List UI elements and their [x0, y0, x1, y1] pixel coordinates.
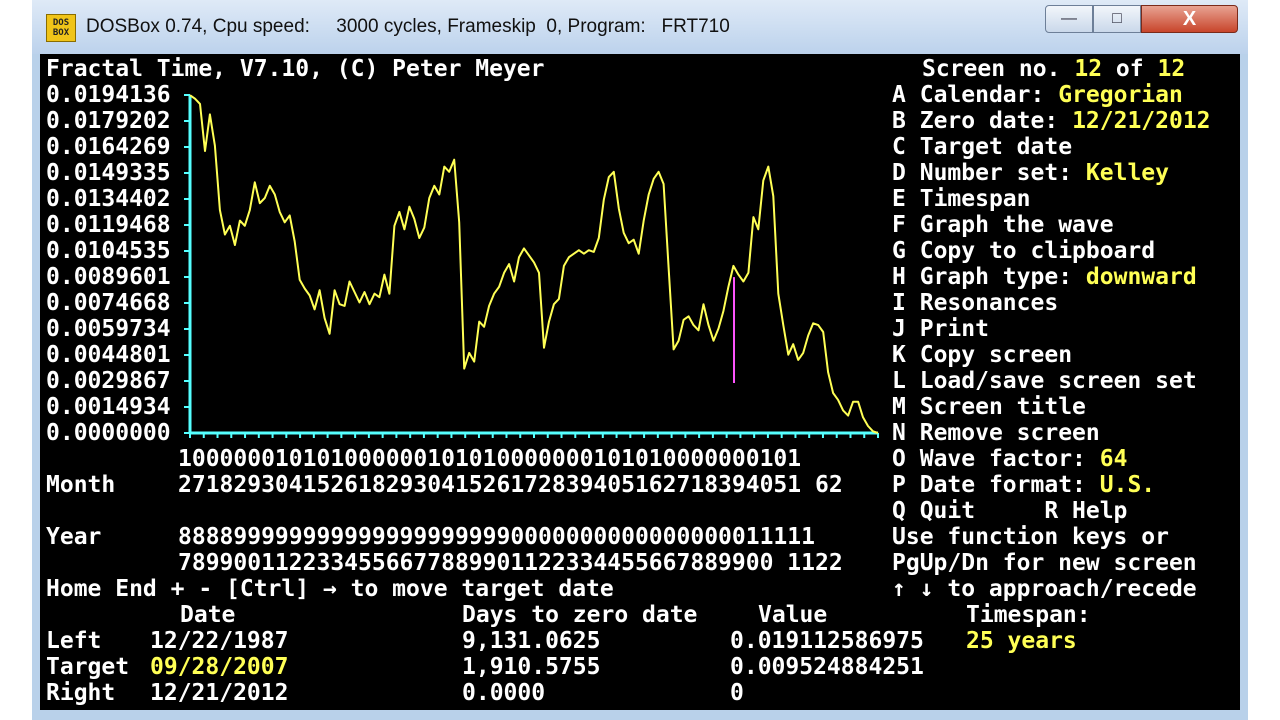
menu-item-resonances[interactable]: I Resonances	[892, 290, 1058, 316]
menu-key: G	[892, 238, 906, 264]
menu-label: Date format:	[919, 472, 1086, 498]
icon-text-top: DOS	[52, 18, 70, 28]
menu-item-remove-screen[interactable]: N Remove screen	[892, 420, 1100, 446]
menu-item-number-set[interactable]: D Number set: Kelley	[892, 160, 1169, 186]
year-label: Year	[46, 524, 102, 550]
menu-value: Kelley	[1085, 160, 1169, 186]
menu-label: Zero date:	[919, 108, 1059, 134]
col-header-days: Days to zero date	[462, 602, 698, 628]
window-title: DOSBox 0.74, Cpu speed: 3000 cycles, Fra…	[86, 16, 730, 37]
hint-function-keys: Use function keys or	[892, 524, 1169, 550]
menu-key: D	[892, 160, 906, 186]
year-row2: 7899001122334556677889901122334455667889…	[178, 550, 843, 576]
menu-value: U.S.	[1099, 472, 1156, 498]
icon-text-bottom: BOX	[52, 28, 70, 38]
quit-help[interactable]: Q Quit R Help	[892, 498, 1127, 524]
menu-key: O	[892, 446, 906, 472]
minimize-button[interactable]: —	[1045, 5, 1093, 33]
year-row1: 8888999999999999999999990000000000000000…	[178, 524, 815, 550]
menu-label: Number set:	[919, 160, 1073, 186]
menu-key: C	[892, 134, 906, 160]
nav-hint: Home End + - [Ctrl] → to move target dat…	[46, 576, 614, 602]
minimize-icon: —	[1061, 10, 1077, 27]
menu-key: N	[892, 420, 906, 446]
hint-pgup: PgUp/Dn for new screen	[892, 550, 1197, 576]
menu-label: Screen title	[919, 394, 1086, 420]
menu-key: P	[892, 472, 906, 498]
menu-key: K	[892, 342, 906, 368]
left-days: 9,131.0625	[462, 628, 601, 654]
menu-key: I	[892, 290, 906, 316]
title-bar[interactable]: DOS BOX DOSBox 0.74, Cpu speed: 3000 cyc…	[32, 0, 1248, 54]
menu-value: 12/21/2012	[1072, 108, 1211, 134]
x-axis-row1: 1000000101010000001010100000001010100000…	[178, 446, 802, 472]
right-value: 0	[730, 680, 744, 706]
menu-label: Resonances	[919, 290, 1059, 316]
wave-series-line	[189, 94, 879, 434]
menu-label: Timespan	[919, 186, 1031, 212]
menu-item-copy-clipboard[interactable]: G Copy to clipboard	[892, 238, 1155, 264]
left-value: 0.019112586975	[730, 628, 924, 654]
menu-item-target-date[interactable]: C Target date	[892, 134, 1072, 160]
menu-item-screen-title[interactable]: M Screen title	[892, 394, 1086, 420]
close-icon: X	[1182, 7, 1197, 30]
menu-key: J	[892, 316, 906, 342]
menu-label: Wave factor:	[919, 446, 1086, 472]
col-header-value: Value	[758, 602, 828, 628]
row-label-target: Target	[46, 654, 130, 680]
menu-label: Copy screen	[919, 342, 1073, 368]
menu-key: M	[892, 394, 906, 420]
right-days: 0.0000	[462, 680, 546, 706]
row-label-right: Right	[46, 680, 116, 706]
menu-item-date-format[interactable]: P Date format: U.S.	[892, 472, 1155, 498]
menu-item-copy-screen[interactable]: K Copy screen	[892, 342, 1072, 368]
dosbox-window: DOS BOX DOSBox 0.74, Cpu speed: 3000 cyc…	[32, 0, 1248, 720]
menu-label: Calendar:	[919, 82, 1045, 108]
target-date: 09/28/2007	[150, 654, 289, 680]
row-label-left: Left	[46, 628, 102, 654]
menu-label: Graph type:	[919, 264, 1073, 290]
menu-value: downward	[1085, 264, 1197, 290]
menu-key: L	[892, 368, 906, 394]
menu-item-load-save[interactable]: L Load/save screen set	[892, 368, 1197, 394]
menu-value: 64	[1099, 446, 1128, 472]
menu-item-wave-factor[interactable]: O Wave factor: 64	[892, 446, 1127, 472]
right-date: 12/21/2012	[150, 680, 289, 706]
menu-item-print[interactable]: J Print	[892, 316, 989, 342]
menu-label: Load/save screen set	[919, 368, 1197, 394]
menu-key: E	[892, 186, 906, 212]
menu-item-graph-type[interactable]: H Graph type: downward	[892, 264, 1197, 290]
dosbox-icon[interactable]: DOS BOX	[46, 14, 76, 42]
menu-value: Gregorian	[1058, 82, 1183, 108]
target-value: 0.009524884251	[730, 654, 924, 680]
menu-item-calendar[interactable]: A Calendar: Gregorian	[892, 82, 1183, 108]
col-header-date: Date	[180, 602, 236, 628]
maximize-icon: □	[1112, 10, 1122, 27]
dos-screen[interactable]: Fractal Time, V7.10, (C) Peter Meyer Scr…	[40, 54, 1240, 710]
menu-item-timespan[interactable]: E Timespan	[892, 186, 1031, 212]
menu-label: Copy to clipboard	[919, 238, 1156, 264]
month-row: 2718293041526182930415261728394051627183…	[178, 472, 843, 498]
maximize-button[interactable]: □	[1093, 5, 1141, 33]
target-days: 1,910.5755	[462, 654, 601, 680]
menu-item-graph-wave[interactable]: F Graph the wave	[892, 212, 1114, 238]
hint-arrows: ↑ ↓ to approach/recede	[892, 576, 1197, 602]
menu-label: Target date	[919, 134, 1073, 160]
menu-key: A	[892, 82, 906, 108]
close-button[interactable]: X	[1141, 5, 1238, 33]
menu-label: Remove screen	[919, 420, 1100, 446]
menu-label: Print	[919, 316, 989, 342]
left-date: 12/22/1987	[150, 628, 289, 654]
menu-label: Graph the wave	[919, 212, 1114, 238]
menu-item-zero-date[interactable]: B Zero date: 12/21/2012	[892, 108, 1211, 134]
menu-key: F	[892, 212, 906, 238]
month-label: Month	[46, 472, 116, 498]
menu-key: B	[892, 108, 906, 134]
timespan-value: 25 years	[966, 628, 1077, 654]
timespan-label: Timespan:	[966, 602, 1091, 628]
menu-key: H	[892, 264, 906, 290]
